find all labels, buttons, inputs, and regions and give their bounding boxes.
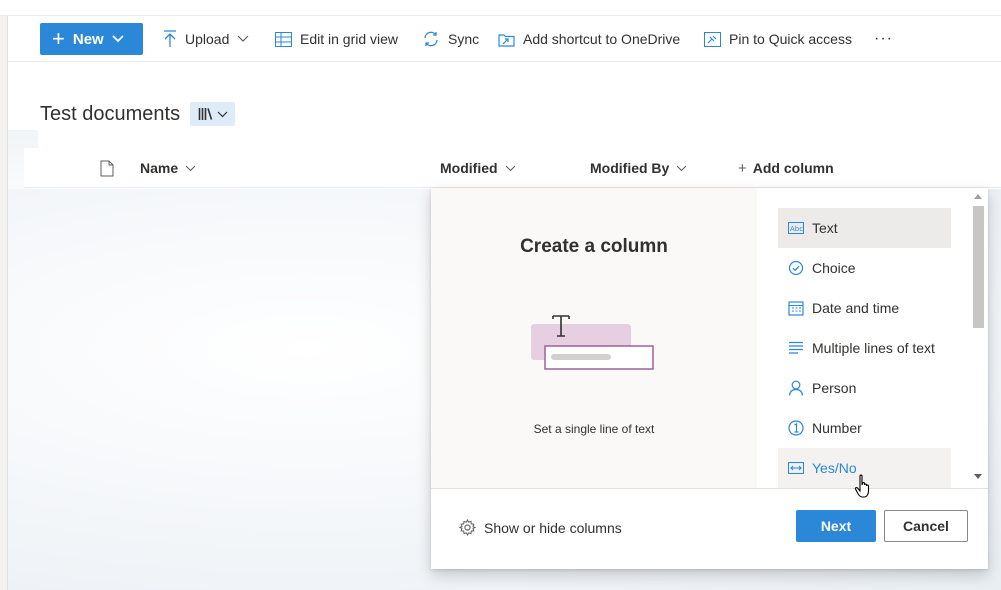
view-switcher-button[interactable]	[190, 102, 235, 126]
chevron-down-icon	[217, 111, 227, 117]
new-button-label: New	[72, 30, 104, 48]
chevron-down-icon	[112, 35, 124, 43]
chevron-down-icon	[237, 35, 249, 42]
choice-check-icon	[788, 260, 804, 276]
column-type-label: Text	[812, 220, 838, 236]
top-strip	[0, 0, 1001, 16]
column-type-label: Person	[812, 380, 857, 396]
more-icon: ···	[874, 30, 893, 47]
left-nav-edge	[0, 0, 8, 590]
column-type-label: Yes/No	[812, 460, 857, 476]
add-shortcut-label: Add shortcut to OneDrive	[523, 31, 681, 47]
chevron-down-icon	[505, 165, 515, 171]
column-type-number[interactable]: Number	[778, 408, 951, 448]
text-abc-icon: Abc	[788, 222, 804, 234]
column-type-date-time[interactable]: Date and time	[778, 288, 951, 328]
upload-label: Upload	[185, 31, 230, 47]
cancel-button[interactable]: Cancel	[884, 510, 968, 542]
sync-icon	[424, 31, 438, 47]
column-preview-pane: Create a column Set a single line of tex…	[431, 188, 757, 488]
upload-icon	[164, 30, 176, 47]
pin-quick-access-button[interactable]: Pin to Quick access	[704, 16, 852, 62]
person-icon	[788, 380, 804, 396]
column-header-row: Name Modified Modified By + Add column	[24, 148, 1001, 188]
add-column-button[interactable]: + Add column	[738, 148, 834, 188]
sync-label: Sync	[448, 31, 480, 47]
column-type-person[interactable]: Person	[778, 368, 951, 408]
pin-icon	[704, 31, 721, 47]
column-type-label: Choice	[812, 260, 856, 276]
column-type-scrollbar[interactable]	[969, 188, 988, 488]
modified-by-column-label: Modified By	[590, 160, 670, 176]
scrollbar-thumb[interactable]	[973, 206, 984, 328]
edit-grid-view-button[interactable]: Edit in grid view	[275, 16, 398, 62]
file-type-column-header[interactable]	[100, 148, 114, 188]
column-type-description: Set a single line of text	[533, 422, 655, 436]
more-commands-button[interactable]: ···	[874, 16, 893, 62]
calendar-icon	[788, 301, 804, 316]
text-field-illustration	[531, 315, 654, 370]
column-type-label: Multiple lines of text	[812, 340, 935, 356]
command-bar: + New Upload Edit in grid view Sync Add …	[8, 16, 1001, 62]
modified-column-label: Modified	[440, 160, 498, 176]
plus-icon: +	[52, 26, 65, 51]
modified-by-column-header[interactable]: Modified By	[590, 148, 687, 188]
hand-pointer-cursor-icon	[854, 474, 870, 498]
edit-grid-label: Edit in grid view	[300, 31, 399, 47]
column-type-label: Number	[812, 420, 862, 436]
column-type-text[interactable]: Abc Text	[778, 208, 951, 248]
name-column-label: Name	[140, 160, 179, 176]
svg-text:Abc: Abc	[790, 225, 803, 233]
column-type-multiline-text[interactable]: Multiple lines of text	[778, 328, 951, 368]
gear-icon	[459, 519, 476, 536]
panel-heading: Create a column	[520, 236, 668, 257]
grid-icon	[275, 31, 292, 47]
page-title: Test documents	[40, 103, 181, 125]
show-hide-columns-link[interactable]: Show or hide columns	[459, 519, 622, 536]
multiline-text-icon	[789, 341, 803, 354]
column-type-choice[interactable]: Choice	[778, 248, 951, 288]
column-type-label: Date and time	[812, 300, 900, 316]
upload-button[interactable]: Upload	[163, 16, 257, 62]
library-icon	[198, 108, 212, 120]
add-column-label: Add column	[752, 160, 834, 176]
chevron-down-icon	[185, 165, 196, 171]
shortcut-icon	[498, 33, 515, 47]
column-type-list: Abc Text Choice Date and time Multiple l…	[778, 208, 951, 488]
show-hide-label: Show or hide columns	[484, 519, 622, 536]
sync-button[interactable]: Sync	[422, 16, 479, 62]
new-button[interactable]: + New	[40, 23, 143, 55]
name-column-header[interactable]: Name	[140, 148, 196, 188]
pin-label: Pin to Quick access	[729, 31, 852, 47]
chevron-down-icon	[676, 165, 687, 171]
number-icon	[788, 420, 804, 436]
scroll-up-icon[interactable]	[974, 193, 982, 199]
plus-icon: +	[738, 159, 747, 177]
panel-footer: Show or hide columns Next Cancel	[431, 488, 988, 569]
scroll-down-icon[interactable]	[974, 474, 982, 480]
modified-column-header[interactable]: Modified	[440, 148, 516, 188]
yes-no-toggle-icon	[788, 462, 804, 474]
next-button[interactable]: Next	[796, 510, 876, 542]
create-column-panel: Create a column Set a single line of tex…	[431, 188, 988, 569]
add-shortcut-onedrive-button[interactable]: Add shortcut to OneDrive	[498, 16, 680, 62]
document-icon	[100, 160, 114, 176]
